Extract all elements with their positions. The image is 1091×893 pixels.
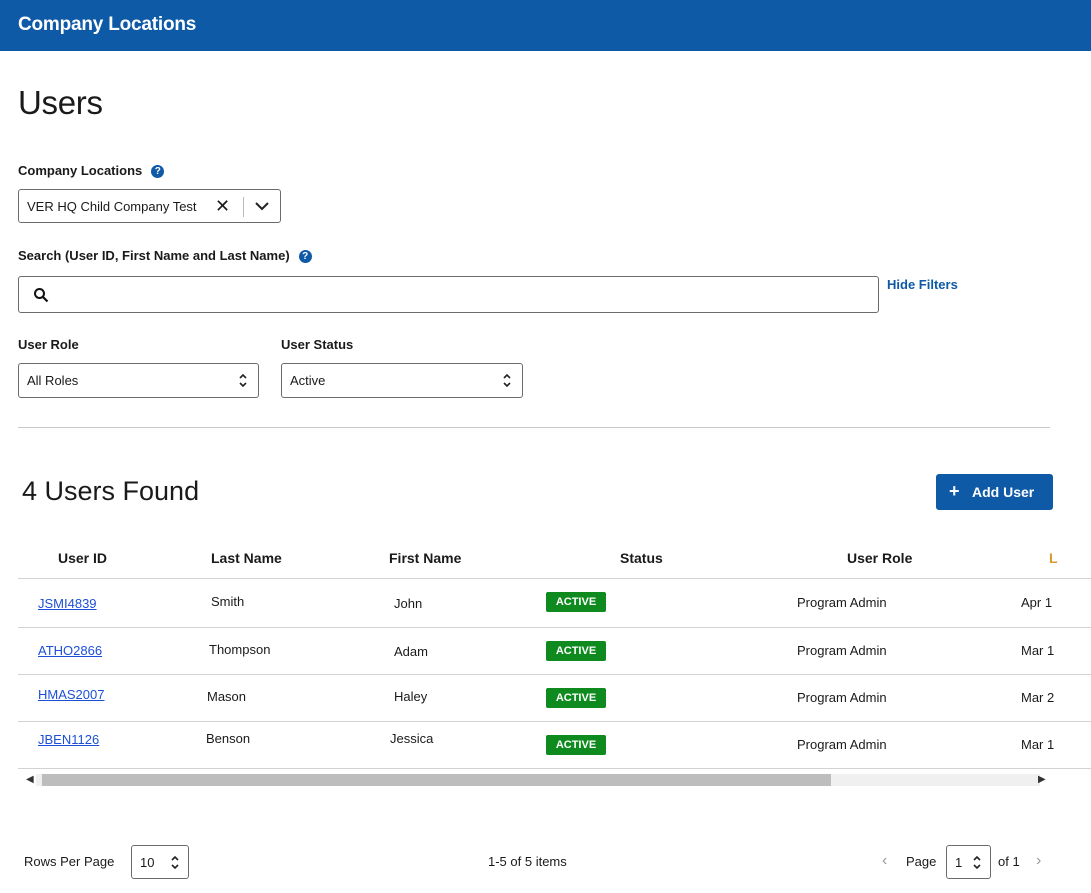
status-badge: ACTIVE [546,688,606,708]
user-status-label: User Status [281,337,354,352]
rows-per-page-label: Rows Per Page [24,854,115,869]
sort-arrows-icon [973,855,981,870]
search-icon [34,288,49,303]
horizontal-scrollbar[interactable]: ◀ ▶ [18,772,1058,788]
prev-page-icon[interactable]: ‹ [882,852,887,870]
table-divider [18,768,1091,769]
add-user-button[interactable]: + Add User [936,474,1053,510]
search-label: Search (User ID, First Name and Last Nam… [18,248,312,263]
clear-icon[interactable]: ✕ [215,195,230,217]
user-id-link[interactable]: JSMI4839 [38,596,97,611]
user-role-cell: Program Admin [797,690,887,705]
column-header-user-id[interactable]: User ID [58,550,107,566]
last-name-cell: Thompson [209,642,271,657]
status-badge: ACTIVE [546,592,606,612]
user-role-cell: Program Admin [797,643,887,658]
page-value: 1 [955,855,963,870]
page-select[interactable]: 1 [946,845,991,879]
scrollbar-thumb[interactable] [42,774,831,786]
rows-per-page-value: 10 [140,855,155,870]
help-icon[interactable]: ? [151,165,165,178]
scroll-right-arrow-icon[interactable]: ▶ [1038,772,1046,788]
status-badge: ACTIVE [546,641,606,661]
date-cell: Mar 2 [1021,690,1055,705]
user-role-select[interactable]: All Roles [18,363,259,398]
last-name-cell: Smith [211,594,245,609]
sort-arrows-icon [503,373,511,388]
first-name-cell: Adam [394,644,428,659]
status-badge: ACTIVE [546,735,606,755]
search-field[interactable] [18,276,879,313]
user-id-link[interactable]: ATHO2866 [38,643,102,658]
user-status-value: Active [290,373,326,388]
user-role-value: All Roles [27,373,79,388]
page-title: Users [18,84,103,121]
company-locations-label: Company Locations? [18,163,165,178]
items-count: 1-5 of 5 items [488,854,567,869]
chevron-down-icon[interactable] [253,199,271,213]
select-separator [243,197,244,217]
table-divider [18,578,1091,579]
hide-filters-link[interactable]: Hide Filters [887,277,958,292]
date-cell: Mar 1 [1021,643,1055,658]
next-page-icon[interactable]: › [1036,852,1041,870]
last-name-cell: Benson [206,731,251,746]
section-divider [18,427,1050,428]
first-name-cell: Jessica [390,731,434,746]
top-header-bar: Company Locations [0,0,1091,51]
results-count: 4 Users Found [22,476,200,506]
user-id-link[interactable]: HMAS2007 [38,687,104,702]
help-icon[interactable]: ? [298,250,312,263]
plus-icon: + [949,481,960,501]
column-header-user-role[interactable]: User Role [847,550,912,566]
table-divider [18,674,1091,675]
user-id-link[interactable]: JBEN1126 [38,732,99,747]
last-name-cell: Mason [207,689,247,704]
user-role-cell: Program Admin [797,737,887,752]
user-role-label: User Role [18,337,79,352]
page-label: Page [906,854,937,869]
column-header-first-name[interactable]: First Name [389,550,461,566]
company-locations-value: VER HQ Child Company Test [27,199,197,214]
sort-arrows-icon [171,855,179,870]
user-status-select[interactable]: Active [281,363,523,398]
header-title: Company Locations [18,14,197,35]
column-header-last-name[interactable]: Last Name [211,550,282,566]
sort-arrows-icon [239,373,247,388]
first-name-cell: John [394,596,423,611]
page-total: of 1 [998,854,1020,869]
add-user-label: Add User [972,484,1035,500]
search-input[interactable] [59,283,859,307]
company-locations-select[interactable]: VER HQ Child Company Test ✕ [18,189,281,223]
date-cell: Mar 1 [1021,737,1055,752]
date-cell: Apr 1 [1021,595,1053,610]
search-label-text: Search (User ID, First Name and Last Nam… [18,248,290,263]
company-locations-label-text: Company Locations [18,163,143,178]
column-header-partial[interactable]: L [1049,550,1058,566]
table-divider [18,627,1091,628]
table-divider [18,721,1091,722]
user-role-cell: Program Admin [797,595,887,610]
column-header-status[interactable]: Status [620,550,663,566]
first-name-cell: Haley [394,689,428,704]
rows-per-page-select[interactable]: 10 [131,845,189,879]
scroll-left-arrow-icon[interactable]: ◀ [26,772,34,788]
